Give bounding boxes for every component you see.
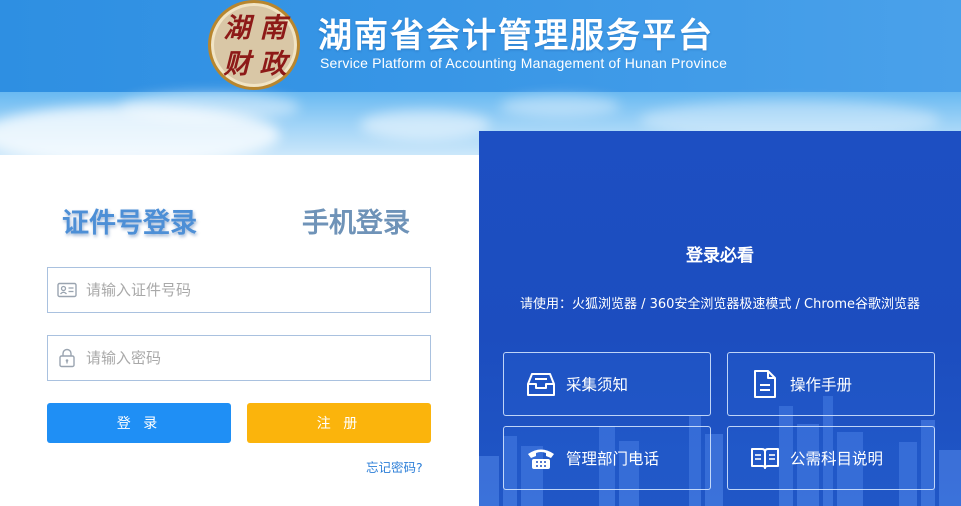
cloud-decoration bbox=[500, 95, 620, 117]
cloud-decoration bbox=[120, 92, 300, 122]
lock-icon bbox=[48, 336, 86, 380]
seal-characters: 湖 南 财 政 bbox=[219, 11, 291, 83]
telephone-icon bbox=[524, 441, 558, 475]
seal-char: 南 bbox=[259, 13, 287, 44]
public-courses-explanation-button[interactable]: 公需科目说明 bbox=[727, 426, 935, 490]
browser-requirements: 请使用：火狐浏览器 / 360安全浏览器极速模式 / Chrome谷歌浏览器 bbox=[519, 297, 921, 312]
id-card-icon bbox=[48, 268, 86, 312]
seal-char: 财 bbox=[223, 49, 251, 80]
card-label: 操作手册 bbox=[790, 376, 853, 394]
tab-certificate-login[interactable]: 证件号登录 bbox=[62, 201, 197, 240]
login-panel: 证件号登录 手机登录 登 录 注 册 忘记密码? bbox=[0, 155, 480, 506]
card-label: 采集须知 bbox=[566, 376, 629, 394]
tab-phone-login[interactable]: 手机登录 bbox=[302, 201, 410, 240]
collection-notice-button[interactable]: 采集须知 bbox=[503, 352, 711, 416]
notice-title: 登录必看 bbox=[686, 246, 754, 266]
password-field[interactable] bbox=[47, 335, 431, 381]
login-button[interactable]: 登 录 bbox=[47, 403, 231, 443]
site-subtitle: Service Platform of Accounting Managemen… bbox=[320, 55, 728, 71]
seal-char: 政 bbox=[259, 49, 287, 80]
id-number-field[interactable] bbox=[47, 267, 431, 313]
password-input[interactable] bbox=[86, 338, 430, 378]
seal-char: 湖 bbox=[223, 13, 251, 44]
register-button[interactable]: 注 册 bbox=[247, 403, 431, 443]
open-book-icon bbox=[748, 441, 782, 475]
forgot-password-link[interactable]: 忘记密码? bbox=[366, 457, 423, 476]
login-notice-panel: 登录必看 请使用：火狐浏览器 / 360安全浏览器极速模式 / Chrome谷歌… bbox=[479, 131, 961, 506]
site-title: 湖南省会计管理服务平台 bbox=[318, 16, 714, 56]
document-icon bbox=[748, 367, 782, 401]
cloud-decoration bbox=[360, 110, 490, 140]
card-label: 公需科目说明 bbox=[790, 450, 884, 468]
operation-manual-button[interactable]: 操作手册 bbox=[727, 352, 935, 416]
id-number-input[interactable] bbox=[86, 270, 430, 310]
hunan-finance-seal-logo: 湖 南 财 政 bbox=[208, 0, 300, 90]
department-phone-button[interactable]: 管理部门电话 bbox=[503, 426, 711, 490]
inbox-tray-icon bbox=[524, 367, 558, 401]
card-label: 管理部门电话 bbox=[566, 450, 660, 468]
